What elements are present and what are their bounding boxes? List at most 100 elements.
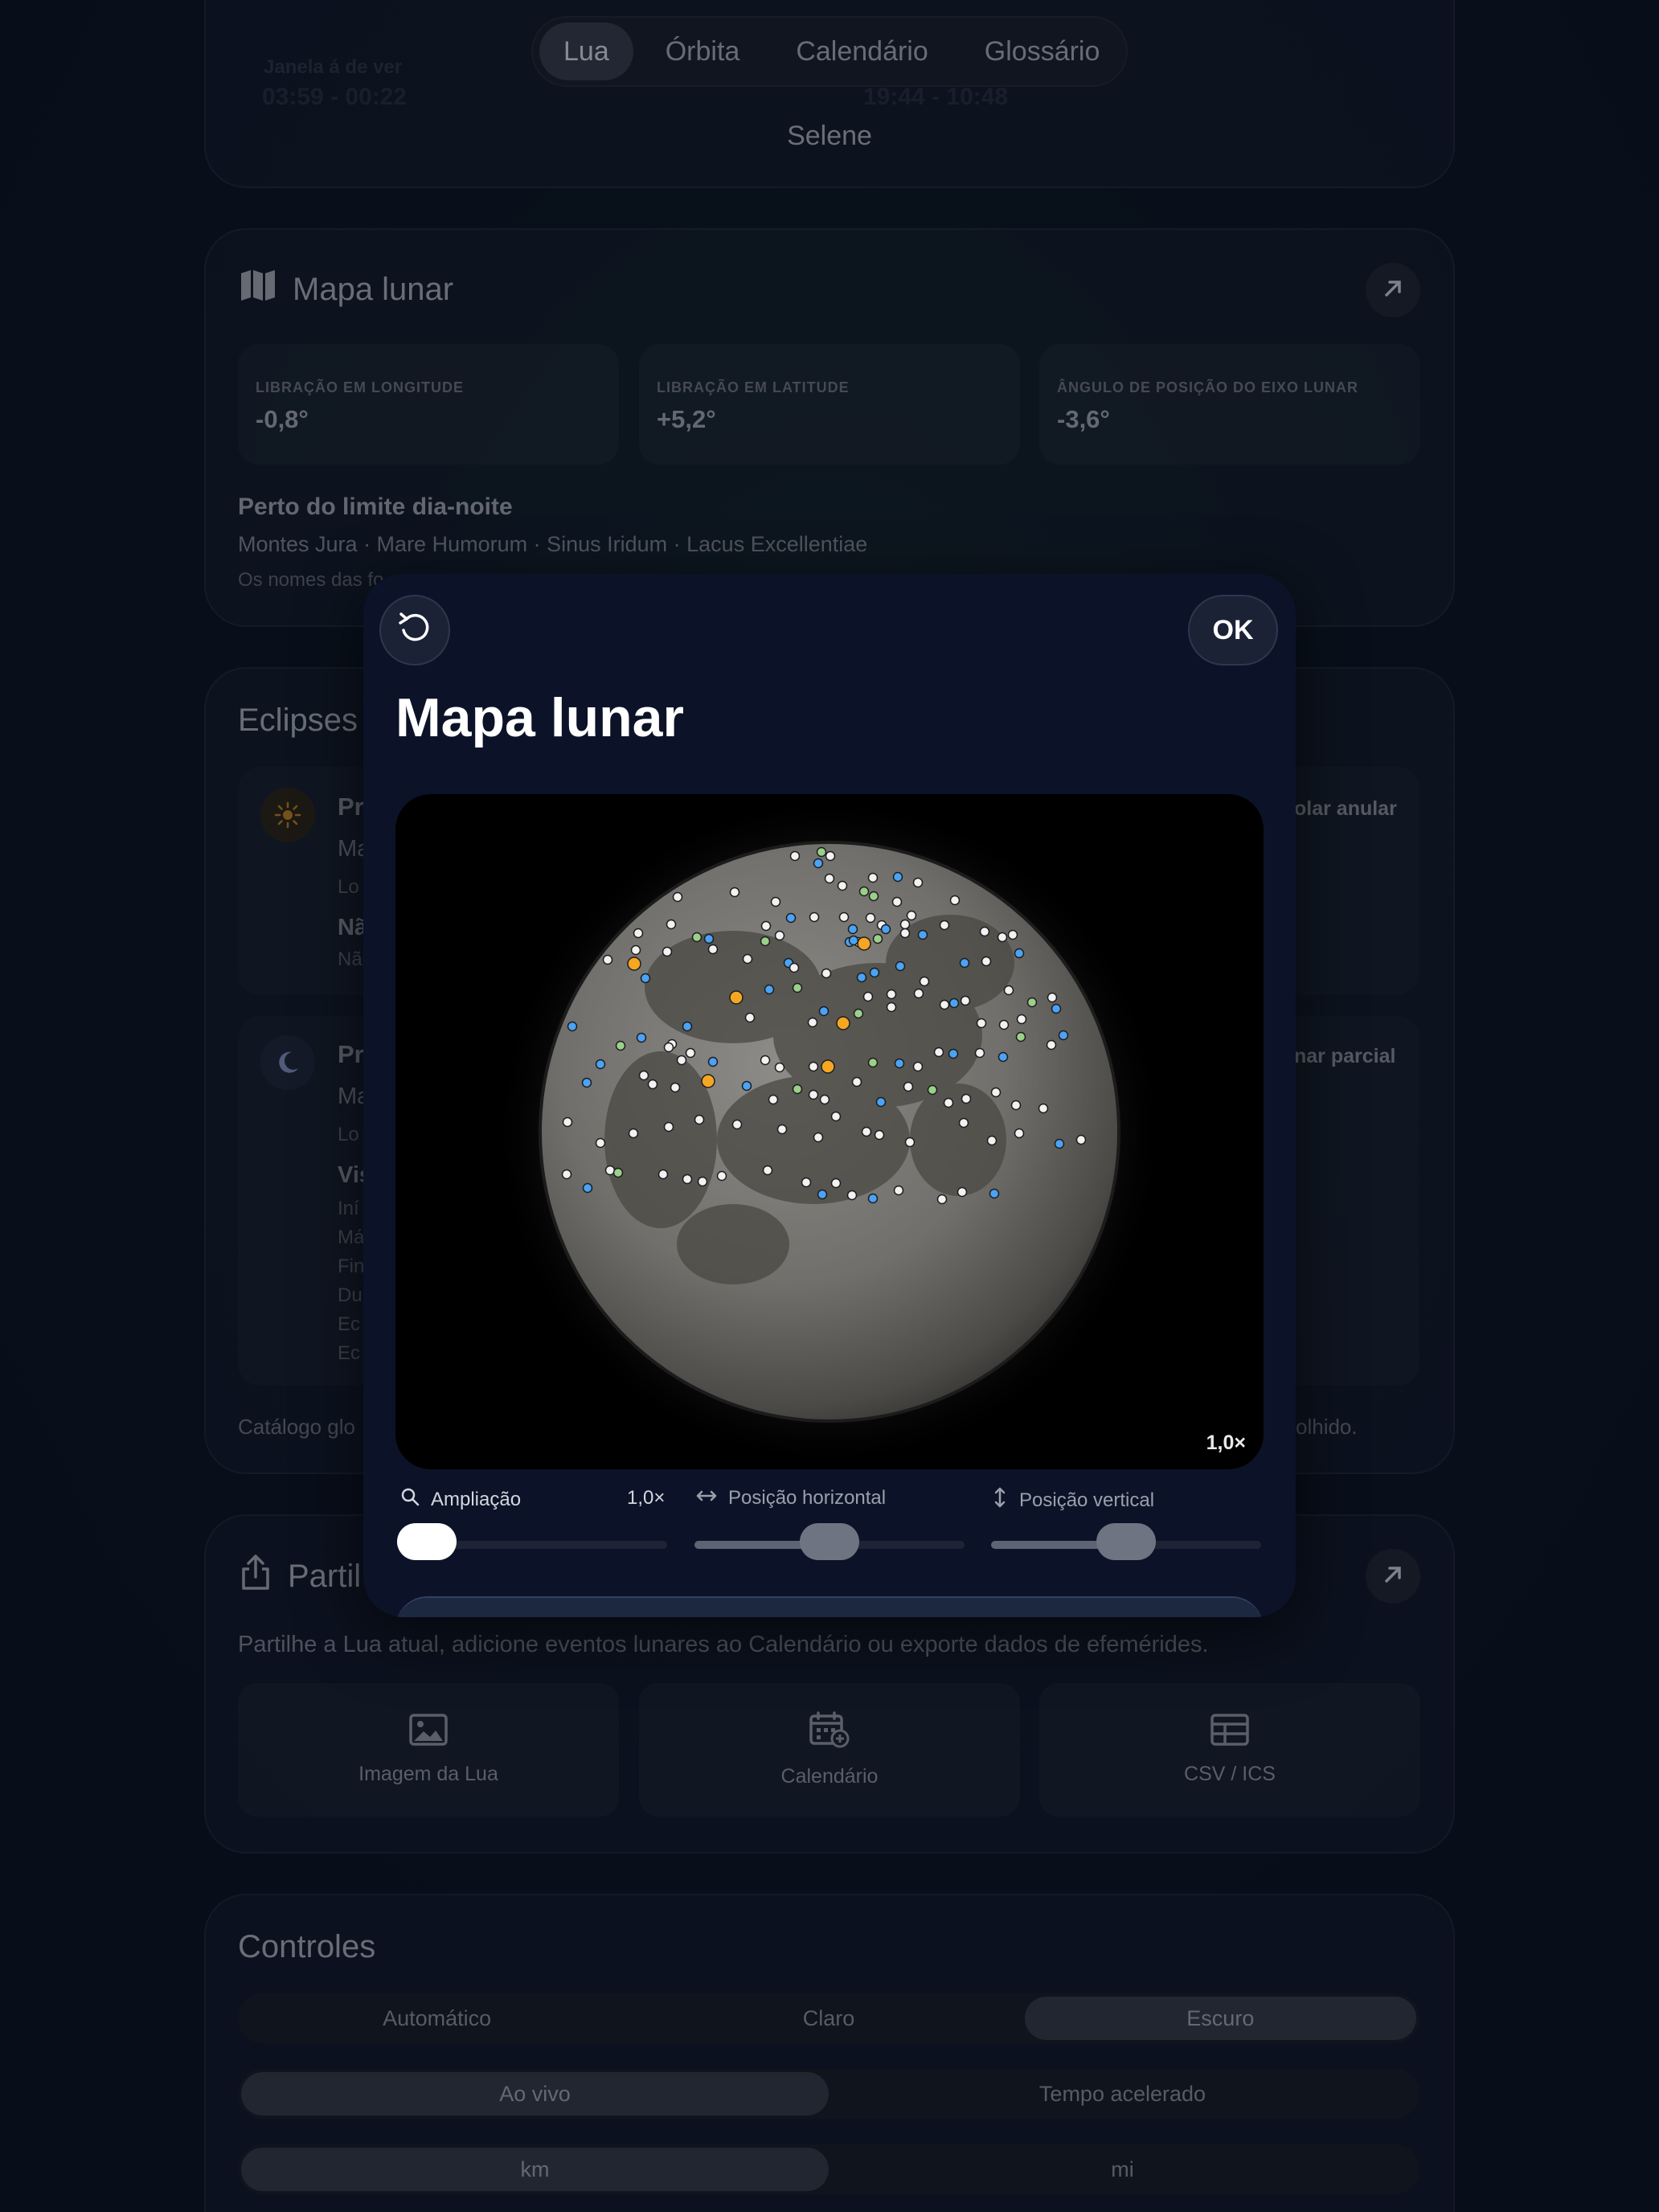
feature-marker-white[interactable] (933, 1047, 944, 1058)
feature-marker-white[interactable] (731, 1119, 743, 1130)
feature-marker-blue[interactable] (707, 1056, 719, 1067)
feature-marker-white[interactable] (676, 1055, 687, 1066)
feature-marker-white[interactable] (830, 1178, 842, 1189)
feature-marker-white[interactable] (903, 1081, 914, 1092)
feature-marker-green[interactable] (858, 886, 870, 897)
feature-marker-white[interactable] (1014, 1128, 1025, 1139)
feature-marker-blue[interactable] (848, 935, 859, 946)
feature-marker-orange[interactable] (821, 1059, 835, 1074)
feature-marker-white[interactable] (1016, 1014, 1027, 1025)
feature-marker-white[interactable] (913, 988, 924, 999)
feature-marker-white[interactable] (789, 850, 801, 862)
feature-marker-white[interactable] (630, 944, 641, 956)
feature-marker-white[interactable] (904, 1137, 916, 1148)
feature-marker-blue[interactable] (785, 912, 797, 924)
feature-marker-white[interactable] (862, 991, 874, 1002)
zoom-slider[interactable] (397, 1523, 667, 1560)
feature-marker-white[interactable] (974, 1047, 985, 1059)
feature-marker-orange[interactable] (701, 1074, 715, 1088)
feature-marker-white[interactable] (663, 1121, 674, 1133)
feature-marker-blue[interactable] (640, 973, 651, 984)
feature-marker-blue[interactable] (875, 1096, 887, 1108)
feature-marker-white[interactable] (666, 919, 677, 930)
feature-marker-white[interactable] (1038, 1103, 1049, 1114)
feature-marker-white[interactable] (851, 1076, 862, 1088)
feature-marker-blue[interactable] (997, 1051, 1009, 1063)
feature-marker-white[interactable] (808, 1089, 819, 1100)
feature-marker-white[interactable] (837, 880, 848, 891)
reset-view-button[interactable] (379, 595, 450, 666)
feature-marker-blue[interactable] (847, 924, 858, 935)
feature-marker-white[interactable] (979, 926, 990, 937)
moon-map-view[interactable]: 1,0× (395, 794, 1264, 1469)
feature-marker-blue[interactable] (1051, 1003, 1062, 1014)
feature-marker-blue[interactable] (1014, 948, 1025, 959)
feature-marker-white[interactable] (662, 946, 673, 957)
feature-marker-white[interactable] (638, 1070, 649, 1081)
feature-marker-white[interactable] (960, 995, 971, 1006)
feature-marker-white[interactable] (825, 850, 836, 862)
feature-marker-white[interactable] (958, 1117, 969, 1129)
feature-marker-white[interactable] (865, 912, 876, 924)
feature-marker-white[interactable] (685, 1047, 696, 1059)
feature-marker-white[interactable] (939, 999, 950, 1010)
feature-marker-white[interactable] (628, 1128, 639, 1139)
feature-marker-white[interactable] (760, 1055, 771, 1066)
feature-marker-white[interactable] (1003, 985, 1014, 996)
feature-marker-white[interactable] (670, 1082, 681, 1093)
feature-marker-white[interactable] (562, 1116, 573, 1128)
feature-marker-white[interactable] (981, 956, 992, 967)
feature-marker-green[interactable] (1026, 997, 1038, 1008)
feature-marker-green[interactable] (853, 1008, 864, 1019)
feature-marker-blue[interactable] (582, 1182, 593, 1194)
horizontal-slider[interactable] (694, 1523, 965, 1560)
feature-marker-white[interactable] (762, 1165, 773, 1176)
feature-marker-white[interactable] (899, 928, 911, 939)
feature-marker-blue[interactable] (892, 871, 903, 883)
feature-marker-blue[interactable] (856, 972, 867, 983)
feature-marker-green[interactable] (1015, 1031, 1026, 1043)
feature-marker-green[interactable] (792, 1083, 803, 1095)
feature-marker-blue[interactable] (867, 1193, 879, 1204)
feature-marker-white[interactable] (774, 1062, 785, 1073)
feature-marker-white[interactable] (789, 962, 800, 973)
feature-marker-blue[interactable] (1058, 1030, 1069, 1041)
feature-marker-white[interactable] (886, 1002, 897, 1013)
feature-marker-white[interactable] (838, 911, 850, 923)
feature-marker-green[interactable] (868, 891, 879, 902)
feature-marker-white[interactable] (697, 1176, 708, 1187)
feature-marker-blue[interactable] (869, 967, 880, 978)
feature-marker-blue[interactable] (880, 924, 891, 935)
vertical-slider[interactable] (991, 1523, 1261, 1560)
feature-marker-white[interactable] (657, 1169, 669, 1180)
feature-marker-blue[interactable] (894, 1058, 905, 1069)
feature-marker-blue[interactable] (741, 1080, 752, 1092)
feature-marker-white[interactable] (729, 887, 740, 898)
feature-marker-white[interactable] (760, 920, 772, 932)
feature-marker-white[interactable] (595, 1137, 606, 1149)
feature-marker-white[interactable] (939, 920, 950, 931)
feature-marker-white[interactable] (672, 891, 683, 903)
feature-marker-blue[interactable] (895, 961, 906, 972)
feature-marker-white[interactable] (774, 930, 785, 941)
feature-marker-white[interactable] (809, 911, 820, 923)
feature-marker-white[interactable] (867, 872, 879, 883)
feature-marker-white[interactable] (912, 877, 924, 888)
feature-marker-white[interactable] (813, 1132, 824, 1143)
feature-marker-white[interactable] (742, 953, 753, 965)
feature-marker-white[interactable] (770, 896, 781, 907)
feature-marker-green[interactable] (927, 1084, 938, 1096)
feature-marker-white[interactable] (943, 1097, 954, 1108)
feature-marker-white[interactable] (602, 954, 613, 965)
feature-marker-white[interactable] (956, 1186, 968, 1198)
feature-marker-blue[interactable] (948, 997, 960, 1009)
feature-marker-green[interactable] (612, 1167, 624, 1178)
feature-marker-white[interactable] (807, 1017, 818, 1028)
feature-marker-white[interactable] (986, 1135, 997, 1146)
horizontal-slider-thumb[interactable] (800, 1523, 859, 1560)
feature-marker-white[interactable] (846, 1190, 858, 1201)
feature-marker-white[interactable] (663, 1042, 674, 1053)
feature-marker-white[interactable] (707, 944, 719, 955)
feature-marker-white[interactable] (647, 1079, 658, 1090)
feature-marker-white[interactable] (990, 1087, 1002, 1098)
